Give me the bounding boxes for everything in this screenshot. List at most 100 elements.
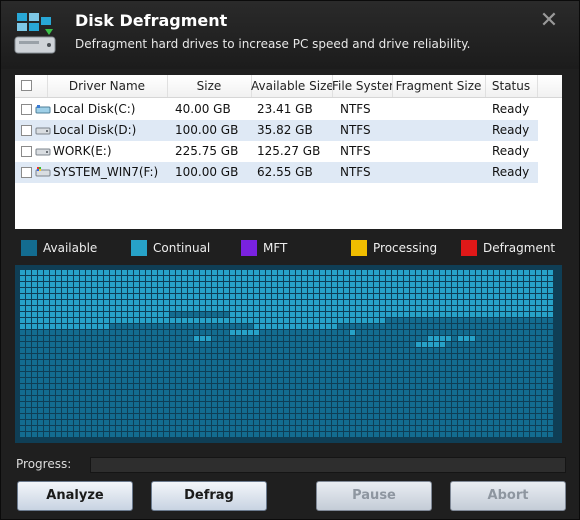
- drive-checkbox[interactable]: [21, 167, 32, 178]
- cluster-block: [446, 396, 451, 401]
- cluster-block: [320, 348, 325, 353]
- cluster-block: [362, 396, 367, 401]
- column-header-fragment-size[interactable]: Fragment Size: [392, 75, 486, 97]
- defrag-button[interactable]: Defrag: [151, 481, 267, 511]
- cluster-block: [482, 402, 487, 407]
- cluster-block: [74, 336, 79, 341]
- cluster-block: [314, 390, 319, 395]
- cluster-block: [512, 270, 517, 275]
- cluster-block: [374, 414, 379, 419]
- column-header-file-system[interactable]: File System: [332, 75, 393, 97]
- cluster-block: [200, 402, 205, 407]
- cluster-block: [284, 270, 289, 275]
- cluster-block: [254, 390, 259, 395]
- cluster-block: [296, 282, 301, 287]
- drive-checkbox[interactable]: [21, 104, 32, 115]
- cluster-block: [242, 414, 247, 419]
- cluster-block: [314, 318, 319, 323]
- pause-button[interactable]: Pause: [316, 481, 432, 511]
- cluster-block: [182, 414, 187, 419]
- cluster-block: [230, 312, 235, 317]
- cluster-block: [152, 330, 157, 335]
- column-header-available-size[interactable]: Available Size: [251, 75, 333, 97]
- drive-row[interactable]: Local Disk(C:) 40.00 GB 23.41 GB NTFS Re…: [15, 99, 538, 120]
- cluster-block: [44, 402, 49, 407]
- drive-row[interactable]: SYSTEM_WIN7(F:) 100.00 GB 62.55 GB NTFS …: [15, 162, 538, 183]
- cluster-block: [266, 336, 271, 341]
- cluster-block: [92, 282, 97, 287]
- cluster-block: [326, 396, 331, 401]
- cluster-block: [266, 282, 271, 287]
- cluster-block: [272, 378, 277, 383]
- cluster-block: [440, 306, 445, 311]
- cluster-block: [344, 312, 349, 317]
- cluster-block: [392, 408, 397, 413]
- cluster-block: [302, 294, 307, 299]
- cluster-block: [314, 270, 319, 275]
- cluster-block: [458, 366, 463, 371]
- cluster-block: [38, 396, 43, 401]
- cluster-block: [146, 384, 151, 389]
- cluster-block: [308, 288, 313, 293]
- cluster-block: [122, 420, 127, 425]
- cluster-block: [206, 312, 211, 317]
- cluster-block: [542, 384, 547, 389]
- cluster-block: [32, 282, 37, 287]
- column-header-status[interactable]: Status: [485, 75, 538, 97]
- cluster-block: [218, 378, 223, 383]
- drive-checkbox[interactable]: [21, 125, 32, 136]
- cluster-block: [404, 282, 409, 287]
- cluster-block: [92, 324, 97, 329]
- cluster-block: [98, 390, 103, 395]
- cluster-block: [380, 384, 385, 389]
- column-header-driver-name[interactable]: Driver Name: [47, 75, 168, 97]
- cluster-block: [182, 348, 187, 353]
- cluster-block: [278, 360, 283, 365]
- cluster-block: [398, 300, 403, 305]
- cluster-block: [548, 354, 553, 359]
- drive-row[interactable]: Local Disk(D:) 100.00 GB 35.82 GB NTFS R…: [15, 120, 538, 141]
- cluster-block: [104, 312, 109, 317]
- cluster-block: [74, 294, 79, 299]
- column-header-size[interactable]: Size: [167, 75, 252, 97]
- cluster-block: [542, 348, 547, 353]
- cluster-block: [206, 426, 211, 431]
- cluster-block: [500, 276, 505, 281]
- cluster-block: [440, 288, 445, 293]
- cluster-block: [296, 372, 301, 377]
- abort-button[interactable]: Abort: [450, 481, 566, 511]
- analyze-button[interactable]: Analyze: [17, 481, 133, 511]
- cluster-block: [272, 318, 277, 323]
- cluster-block: [422, 348, 427, 353]
- cluster-block: [146, 336, 151, 341]
- cluster-block: [236, 348, 241, 353]
- cluster-block: [338, 426, 343, 431]
- cluster-block: [254, 372, 259, 377]
- cluster-block: [230, 378, 235, 383]
- cluster-block: [26, 384, 31, 389]
- cluster-block: [20, 426, 25, 431]
- cluster-block: [188, 378, 193, 383]
- cluster-block: [284, 336, 289, 341]
- cluster-block: [152, 282, 157, 287]
- cluster-block: [86, 396, 91, 401]
- select-all-checkbox[interactable]: [21, 80, 32, 91]
- drive-row[interactable]: WORK(E:) 225.75 GB 125.27 GB NTFS Ready: [15, 141, 538, 162]
- close-icon[interactable]: ✕: [537, 9, 561, 33]
- cluster-block: [56, 306, 61, 311]
- cluster-block: [446, 402, 451, 407]
- cluster-block: [530, 366, 535, 371]
- cluster-block: [230, 336, 235, 341]
- cluster-block: [230, 384, 235, 389]
- cluster-block: [518, 342, 523, 347]
- cluster-block: [530, 270, 535, 275]
- cluster-block: [158, 414, 163, 419]
- cluster-block: [458, 384, 463, 389]
- cluster-block: [62, 414, 67, 419]
- cluster-block: [158, 372, 163, 377]
- cluster-block: [368, 360, 373, 365]
- cluster-block: [170, 282, 175, 287]
- drive-checkbox[interactable]: [21, 146, 32, 157]
- cluster-block: [302, 378, 307, 383]
- cluster-block: [434, 312, 439, 317]
